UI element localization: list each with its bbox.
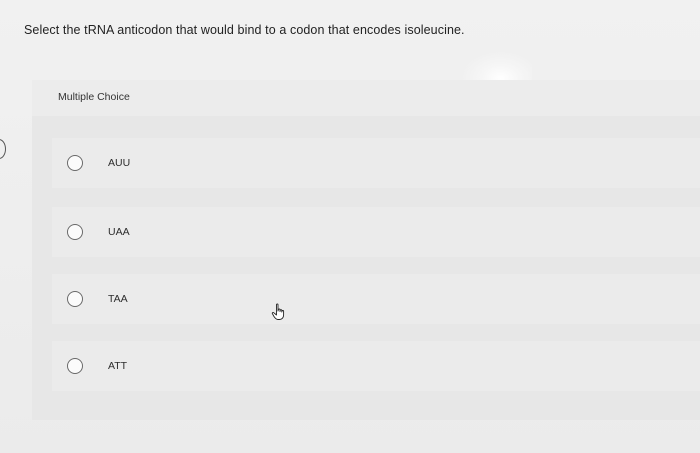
panel-header: Multiple Choice — [32, 80, 700, 116]
radio-button-icon[interactable] — [67, 224, 83, 240]
hand-pointer-icon — [271, 303, 285, 320]
question-type-label: Multiple Choice — [58, 91, 130, 103]
choice-option-uaa[interactable]: UAA — [52, 207, 700, 257]
radio-button-icon[interactable] — [67, 358, 83, 374]
radio-button-icon[interactable] — [67, 155, 83, 171]
choice-option-att[interactable]: ATT — [52, 341, 700, 391]
choice-option-taa[interactable]: TAA — [52, 274, 700, 324]
question-text: Select the tRNA anticodon that would bin… — [24, 23, 465, 37]
choice-option-auu[interactable]: AUU — [52, 138, 700, 188]
partial-radio-edge — [0, 139, 6, 159]
choice-label: TAA — [108, 293, 128, 305]
multiple-choice-panel: Multiple Choice AUU UAA TAA ATT — [32, 80, 700, 420]
choice-label: UAA — [108, 226, 130, 238]
choice-label: AUU — [108, 157, 131, 169]
radio-button-icon[interactable] — [67, 291, 83, 307]
choice-label: ATT — [108, 360, 128, 372]
